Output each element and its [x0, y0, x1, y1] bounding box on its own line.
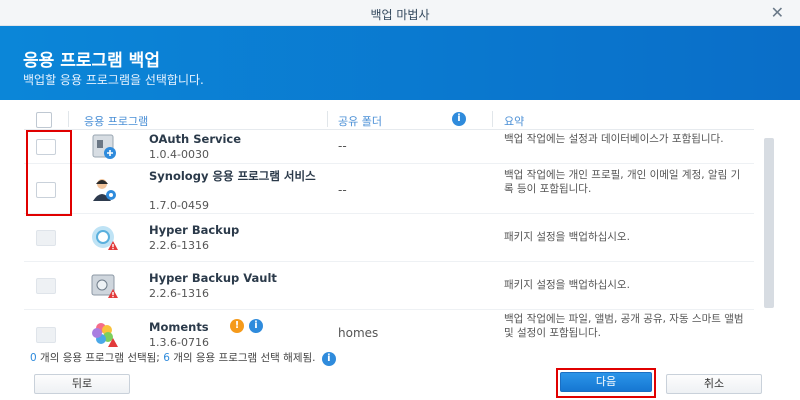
info-icon[interactable]: i [321, 352, 336, 366]
column-header-app[interactable]: 응용 프로그램 [84, 113, 148, 129]
selected-label: 개의 응용 프로그램 선택됨; [40, 352, 160, 364]
selected-count: 0 [30, 352, 37, 364]
column-header-summary[interactable]: 요약 [504, 113, 524, 129]
page-title: 응용 프로그램 백업 [23, 51, 160, 71]
info-icon[interactable]: i [249, 319, 263, 333]
app-summary: 패키지 설정을 백업하십시오. [504, 279, 630, 291]
hyper-backup-icon [90, 224, 118, 252]
shared-folder: -- [338, 183, 347, 197]
warning-icon[interactable]: ! [230, 319, 244, 333]
unselected-label: 개의 응용 프로그램 선택 해제됨. [173, 352, 316, 364]
shared-folder: homes [338, 326, 379, 340]
page-subtitle: 백업할 응용 프로그램을 선택합니다. [23, 73, 204, 87]
app-summary: 패키지 설정을 백업하십시오. [504, 231, 630, 243]
app-name: Hyper Backup Vault [149, 271, 277, 285]
table-row[interactable]: OAuth Service 1.0.4-0030 -- 백업 작업에는 설정과 … [24, 130, 754, 164]
table-header: 응용 프로그램 공유 폴더 i 요약 [24, 108, 754, 130]
unselected-count: 6 [163, 352, 170, 364]
table-row[interactable]: Synology 응용 프로그램 서비스 1.7.0-0459 -- 백업 작업… [24, 164, 754, 214]
app-name: OAuth Service [149, 132, 242, 146]
highlight-box-next-button [556, 368, 656, 398]
info-icon[interactable]: i [452, 112, 466, 126]
app-version: 2.2.6-1316 [149, 239, 209, 252]
back-button[interactable]: 뒤로 [34, 374, 130, 394]
column-header-folder[interactable]: 공유 폴더 [338, 113, 382, 129]
select-all-checkbox[interactable] [36, 112, 52, 128]
table-row[interactable]: Hyper Backup 2.2.6-1316 패키지 설정을 백업하십시오. [24, 214, 754, 262]
app-version: 1.3.6-0716 [149, 336, 209, 348]
window-title: 백업 마법사 [370, 8, 430, 22]
app-name: Synology 응용 프로그램 서비스 [149, 169, 316, 183]
app-version: 1.0.4-0030 [149, 148, 209, 161]
hyper-backup-vault-icon [90, 272, 118, 300]
selection-status: 0 개의 응용 프로그램 선택됨; 6 개의 응용 프로그램 선택 해제됨. i [30, 350, 336, 366]
close-icon[interactable]: ✕ [771, 3, 784, 22]
app-summary: 백업 작업에는 파일, 앨범, 공개 공유, 자동 스마트 앨범 및 설정이 포… [504, 313, 744, 339]
wizard-header: 응용 프로그램 백업 백업할 응용 프로그램을 선택합니다. [0, 26, 800, 100]
row-checkbox[interactable] [36, 327, 56, 343]
app-summary: 백업 작업에는 개인 프로필, 개인 이메일 계정, 알림 기록 등이 포함됩니… [504, 169, 741, 195]
cancel-button[interactable]: 취소 [666, 374, 762, 394]
column-divider [68, 111, 69, 127]
app-name: Hyper Backup [149, 223, 240, 237]
highlight-box-checkboxes [26, 130, 72, 216]
column-divider [327, 111, 328, 127]
table-row[interactable]: Moments ! i 1.3.6-0716 homes 백업 작업에는 파일,… [24, 310, 754, 348]
row-checkbox[interactable] [36, 230, 56, 246]
synology-app-service-icon [90, 175, 118, 203]
window-titlebar: 백업 마법사 ✕ [0, 0, 800, 26]
shared-folder: -- [338, 139, 347, 153]
apps-table: 응용 프로그램 공유 폴더 i 요약 OAuth Service 1.0.4-0… [24, 108, 754, 348]
app-version: 1.7.0-0459 [149, 199, 209, 212]
oauth-icon [90, 133, 118, 161]
column-divider [492, 111, 493, 127]
app-name: Moments [149, 320, 209, 334]
app-version: 2.2.6-1316 [149, 287, 209, 300]
table-row[interactable]: Hyper Backup Vault 2.2.6-1316 패키지 설정을 백업… [24, 262, 754, 310]
moments-icon [90, 320, 118, 348]
scrollbar[interactable] [764, 138, 774, 308]
app-summary: 백업 작업에는 설정과 데이터베이스가 포함됩니다. [504, 133, 724, 145]
row-checkbox[interactable] [36, 278, 56, 294]
